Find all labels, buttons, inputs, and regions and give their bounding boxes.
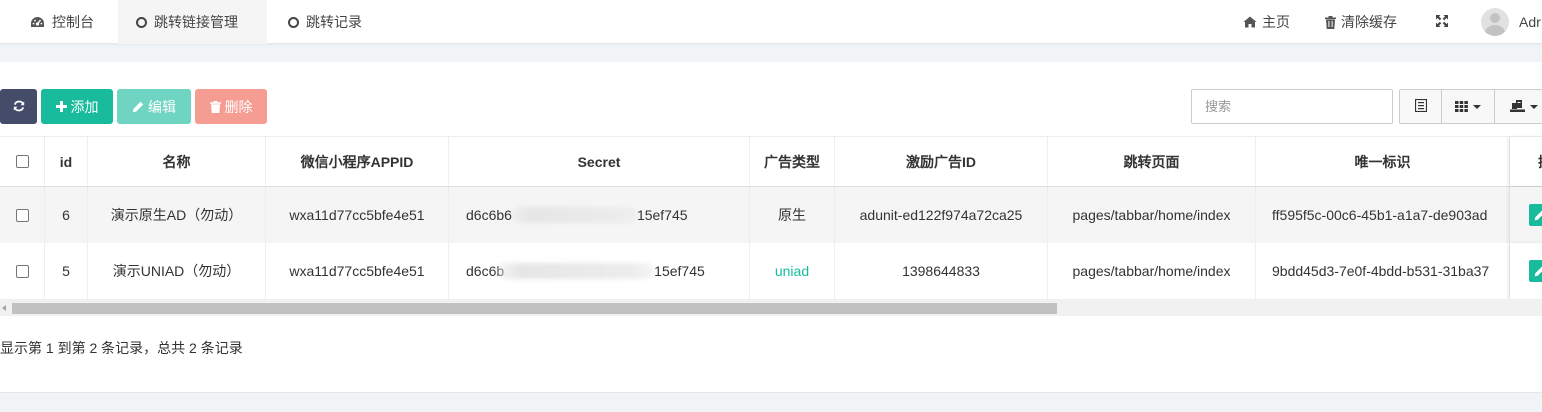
column-header[interactable]: 激励广告ID <box>835 137 1048 186</box>
user-menu[interactable]: Adr <box>1481 0 1541 44</box>
select-all-cell <box>0 137 45 186</box>
refresh-button[interactable] <box>0 89 37 124</box>
row-select-cell <box>0 243 45 299</box>
row-edit-button[interactable] <box>1529 204 1542 226</box>
cell-actions <box>1510 187 1542 243</box>
cell-actions <box>1510 243 1542 299</box>
dashboard-icon <box>30 16 45 29</box>
home-link[interactable]: 主页 <box>1243 0 1290 44</box>
cell-page: pages/tabbar/home/index <box>1048 187 1256 243</box>
chevron-down-icon <box>1530 104 1538 109</box>
fullscreen-button[interactable] <box>1436 0 1448 44</box>
secret-prefix: d6c6b6 <box>466 207 512 223</box>
pencil-icon <box>1534 266 1542 276</box>
data-table: id 名称 微信小程序APPID Secret 广告类型 激励广告ID 跳转页面… <box>0 136 1542 299</box>
chevron-down-icon <box>1473 104 1481 109</box>
cell-id: 5 <box>45 243 88 299</box>
edit-button[interactable]: 编辑 <box>117 89 191 124</box>
columns-dropdown[interactable] <box>1441 89 1495 124</box>
trash-icon <box>1325 15 1336 29</box>
user-name: Adr <box>1519 14 1541 30</box>
secret-redaction <box>511 207 637 223</box>
column-header[interactable]: 广告类型 <box>750 137 835 186</box>
column-header[interactable]: 唯一标识 <box>1256 137 1510 186</box>
circle-icon <box>288 16 299 28</box>
add-button-label: 添加 <box>70 98 99 115</box>
table-header: id 名称 微信小程序APPID Secret 广告类型 激励广告ID 跳转页面… <box>0 137 1542 187</box>
delete-button-label: 删除 <box>224 98 253 115</box>
cell-secret: d6c6b6 15ef745 <box>449 187 750 243</box>
row-select-cell <box>0 187 45 243</box>
column-header[interactable]: 微信小程序APPID <box>266 137 449 186</box>
cell-ad-type: 原生 <box>750 187 835 243</box>
cell-ad-id: adunit-ed122f974a72ca25 <box>835 187 1048 243</box>
tab-jump-records[interactable]: 跳转记录 <box>288 0 362 44</box>
scrollbar-thumb[interactable] <box>12 303 1057 314</box>
column-header[interactable]: 跳转页面 <box>1048 137 1256 186</box>
cell-appid: wxa11d77cc5bfe4e51 <box>266 243 449 299</box>
tab-link-management[interactable]: 跳转链接管理 <box>118 0 267 44</box>
divider <box>0 392 1542 393</box>
select-all-checkbox[interactable] <box>15 155 29 168</box>
secret-suffix: 15ef745 <box>654 263 705 279</box>
tab-jump-records-label: 跳转记录 <box>306 14 362 30</box>
top-nav: 控制台 跳转链接管理 跳转记录 主页 清除缓存 Adr <box>0 0 1542 44</box>
content-panel: 添加 编辑 删除 id 名称 微信小程序AP <box>0 62 1542 392</box>
search-input[interactable] <box>1191 89 1393 124</box>
plus-icon <box>55 101 67 112</box>
secret-suffix: 15ef745 <box>636 207 688 223</box>
scroll-left-icon[interactable] <box>2 305 6 311</box>
pagination-info: 显示第 1 到第 2 条记录，总共 2 条记录 <box>0 340 243 356</box>
cell-ad-id: 1398644833 <box>835 243 1048 299</box>
refresh-icon <box>13 99 25 115</box>
delete-button[interactable]: 删除 <box>195 89 267 124</box>
column-header[interactable]: 名称 <box>88 137 266 186</box>
list-icon <box>1414 98 1427 115</box>
avatar <box>1481 8 1509 36</box>
column-header[interactable]: Secret <box>449 137 750 186</box>
cell-name: 演示UNIAD（勿动） <box>88 243 266 299</box>
cell-uid: 9bdd45d3-7e0f-4bdd-b531-31ba37 <box>1256 243 1510 299</box>
cell-ad-type: uniad <box>750 243 835 299</box>
secret-redaction <box>496 263 655 279</box>
cell-page: pages/tabbar/home/index <box>1048 243 1256 299</box>
table-row[interactable]: 6 演示原生AD（勿动） wxa11d77cc5bfe4e51 d6c6b6 1… <box>0 187 1542 243</box>
column-header: 操 <box>1510 137 1542 186</box>
tab-link-management-label: 跳转链接管理 <box>154 14 238 30</box>
grid-icon <box>1455 99 1468 115</box>
trash-icon <box>209 100 221 113</box>
horizontal-scrollbar[interactable] <box>0 299 1542 316</box>
tab-dashboard[interactable]: 控制台 <box>30 0 94 44</box>
expand-icon <box>1436 14 1448 30</box>
pencil-icon <box>132 101 144 113</box>
home-label: 主页 <box>1262 14 1290 30</box>
pencil-icon <box>1534 210 1542 220</box>
row-edit-button[interactable] <box>1529 260 1542 282</box>
tab-dashboard-label: 控制台 <box>52 14 94 30</box>
add-button[interactable]: 添加 <box>41 89 113 124</box>
export-icon <box>1510 99 1525 115</box>
cell-id: 6 <box>45 187 88 243</box>
cell-secret: d6c6b 15ef745 <box>449 243 750 299</box>
circle-icon <box>136 16 147 28</box>
clear-cache-label: 清除缓存 <box>1341 14 1397 30</box>
table-row[interactable]: 5 演示UNIAD（勿动） wxa11d77cc5bfe4e51 d6c6b 1… <box>0 243 1542 299</box>
clear-cache-button[interactable]: 清除缓存 <box>1325 0 1397 44</box>
row-checkbox[interactable] <box>15 208 29 222</box>
cell-uid: ff595f5c-00c6-45b1-a1a7-de903ad <box>1256 187 1510 243</box>
cell-name: 演示原生AD（勿动） <box>88 187 266 243</box>
edit-button-label: 编辑 <box>148 98 176 115</box>
column-header[interactable]: id <box>45 137 88 186</box>
row-checkbox[interactable] <box>15 264 29 278</box>
toggle-view-button[interactable] <box>1399 89 1442 124</box>
export-dropdown[interactable] <box>1494 89 1542 124</box>
cell-appid: wxa11d77cc5bfe4e51 <box>266 187 449 243</box>
home-icon <box>1243 16 1257 28</box>
